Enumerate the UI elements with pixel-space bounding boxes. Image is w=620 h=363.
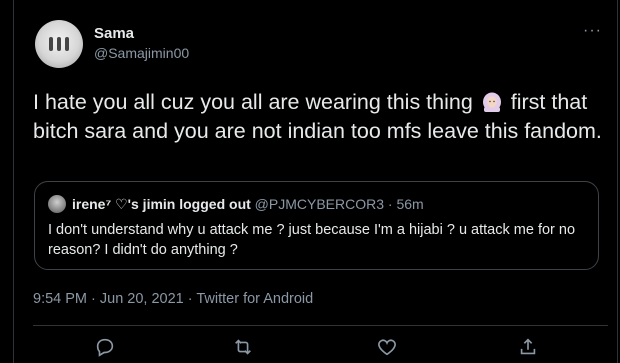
like-icon[interactable] xyxy=(376,336,398,358)
avatar-figure xyxy=(49,37,53,51)
tweet-text: I hate you all cuz you all are wearing t… xyxy=(33,88,608,146)
divider xyxy=(33,325,608,326)
avatar-figure xyxy=(57,37,61,51)
woman-with-headscarf-icon xyxy=(482,92,501,112)
tweet-text-part1: I hate you all cuz you all are wearing t… xyxy=(33,90,479,114)
tweet-timestamp[interactable]: 9:54 PM · Jun 20, 2021 · Twitter for And… xyxy=(33,291,313,307)
quoted-author-handle[interactable]: @PJMCYBERCOR3 xyxy=(255,196,384,212)
more-options-icon[interactable]: ··· xyxy=(583,22,602,40)
avatar[interactable] xyxy=(35,20,83,68)
quoted-avatar[interactable] xyxy=(48,195,66,213)
quoted-age: · 56m xyxy=(384,196,424,212)
quoted-header: irene⁷ ♡'s jimin logged out @PJMCYBERCOR… xyxy=(72,196,424,213)
quoted-text: I don't understand why u attack me ? jus… xyxy=(48,222,576,258)
quoted-author-name[interactable]: irene⁷ ♡'s jimin logged out xyxy=(72,196,251,212)
reply-icon[interactable] xyxy=(94,336,116,358)
author-handle[interactable]: @Samajimin00 xyxy=(94,45,189,61)
author-name[interactable]: Sama xyxy=(94,25,134,42)
quoted-tweet[interactable]: irene⁷ ♡'s jimin logged out @PJMCYBERCOR… xyxy=(34,181,599,270)
avatar-figure xyxy=(65,37,69,51)
retweet-icon[interactable] xyxy=(232,336,254,358)
share-icon[interactable] xyxy=(517,336,539,358)
